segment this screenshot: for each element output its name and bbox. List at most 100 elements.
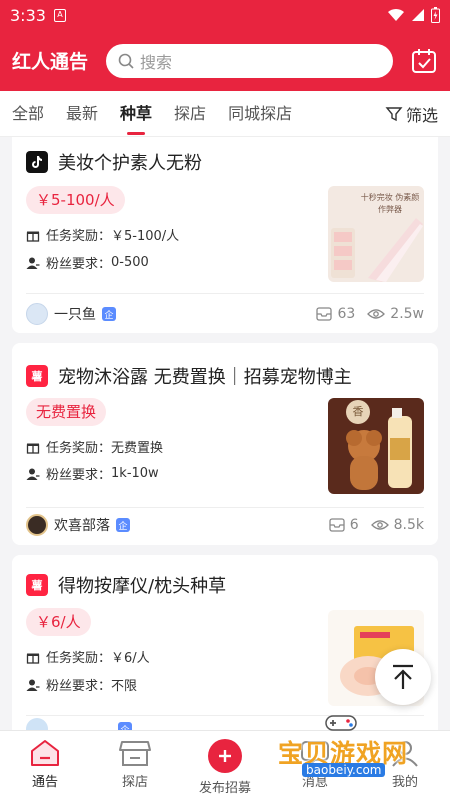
app-title: 红人通告 xyxy=(12,51,89,73)
inbox-icon xyxy=(316,307,333,321)
arrow-up-icon xyxy=(393,664,413,689)
enterprise-verified-badge: 企 xyxy=(116,518,130,532)
category-tabs: 全部 最新 种草 探店 同城探店 筛选 xyxy=(0,91,450,137)
view-count: 8.5k xyxy=(370,517,424,533)
status-right xyxy=(387,7,440,23)
reward-value: ￥6/人 xyxy=(111,651,150,666)
task-card[interactable]: 薯 得物按摩仪/枕头种草 ￥6/人 任务奖励： ￥6/人 粉丝要求： 不限 企 xyxy=(12,555,438,730)
top-bar: 3:33 A 红人通告 搜索 xyxy=(0,0,450,91)
signal-icon xyxy=(412,9,424,21)
reward-value: 无费置换 xyxy=(111,441,164,456)
search-icon xyxy=(118,53,134,69)
tab-seeding[interactable]: 种草 xyxy=(120,91,152,137)
filter-label: 筛选 xyxy=(405,105,438,125)
author-name[interactable]: 一只鱼 xyxy=(54,304,96,324)
nav-post-recruitment[interactable]: 发布招募 xyxy=(180,731,270,800)
filter-icon xyxy=(385,106,403,121)
reward-label: 任务奖励： xyxy=(46,229,112,244)
card-stats: 6 8.5k xyxy=(329,517,424,533)
card-footer: 一只鱼 企 63 2.5w xyxy=(26,299,424,329)
status-bar: 3:33 A xyxy=(0,0,450,30)
task-card[interactable]: 美妆个护素人无粉 ￥5-100/人 任务奖励： ￥5-100/人 粉丝要求： 0… xyxy=(12,137,438,333)
status-time: 3:33 xyxy=(10,5,46,25)
apply-count-value: 63 xyxy=(337,306,356,322)
task-title-row: 美妆个护素人无粉 xyxy=(26,149,202,175)
fans-row: 粉丝要求： 0-500 xyxy=(26,253,149,272)
reward-tag: ￥6/人 xyxy=(26,608,91,636)
reward-label: 任务奖励： xyxy=(46,651,112,666)
store-icon xyxy=(119,741,151,766)
xiaohongshu-icon: 薯 xyxy=(26,574,48,596)
fans-label: 粉丝要求： xyxy=(46,257,112,272)
site-watermark: 宝贝游戏网 baobeiy.com xyxy=(278,712,438,792)
card-divider xyxy=(26,293,424,294)
task-title-row: 薯 得物按摩仪/枕头种草 xyxy=(26,572,226,598)
reward-row: 任务奖励： ￥5-100/人 xyxy=(26,225,179,244)
tab-all[interactable]: 全部 xyxy=(12,91,44,137)
gift-icon xyxy=(26,653,40,664)
task-title: 美妆个护素人无粉 xyxy=(58,153,202,174)
task-card[interactable]: 薯 宠物沐浴露 无费置换｜招募宠物博主 无费置换 任务奖励： 无费置换 粉丝要求… xyxy=(12,343,438,545)
filter-button[interactable]: 筛选 xyxy=(385,102,438,126)
back-to-top-button[interactable] xyxy=(375,649,431,705)
nav-label: 通告 xyxy=(31,775,58,790)
eye-icon xyxy=(367,309,386,319)
notice-home-icon xyxy=(31,740,59,766)
user-icon xyxy=(26,679,40,691)
enterprise-verified-badge: 企 xyxy=(102,307,116,321)
tab-store-visit[interactable]: 探店 xyxy=(174,91,206,137)
tab-local-store-visit[interactable]: 同城探店 xyxy=(228,91,292,137)
watermark-url: baobeiy.com xyxy=(302,763,386,777)
fans-label: 粉丝要求： xyxy=(46,679,112,694)
reward-tag: ￥5-100/人 xyxy=(26,186,125,214)
view-count: 2.5w xyxy=(367,306,424,322)
fans-row: 粉丝要求： 1k-10w xyxy=(26,464,159,483)
tab-latest[interactable]: 最新 xyxy=(66,91,98,137)
nav-label: 发布招募 xyxy=(198,781,251,796)
user-icon xyxy=(26,257,40,269)
gift-icon xyxy=(26,443,40,454)
plus-icon xyxy=(208,739,242,773)
card-footer: 欢喜部落 企 6 8.5k xyxy=(26,510,424,540)
nav-store-visit[interactable]: 探店 xyxy=(90,731,180,800)
avatar[interactable] xyxy=(26,303,48,325)
avatar[interactable] xyxy=(26,718,48,730)
apply-count: 6 xyxy=(329,517,359,533)
nav-notices[interactable]: 通告 xyxy=(0,731,90,800)
enterprise-verified-badge: 企 xyxy=(118,722,132,730)
author-name[interactable]: 欢喜部落 xyxy=(54,515,110,535)
eye-icon xyxy=(370,520,389,530)
user-icon xyxy=(26,468,40,480)
task-thumbnail: 香 xyxy=(328,398,424,494)
view-count-value: 2.5w xyxy=(390,306,424,322)
battery-icon xyxy=(431,7,440,23)
apply-count-value: 6 xyxy=(349,517,359,533)
fans-value: 不限 xyxy=(111,679,138,694)
reward-row: 任务奖励： ￥6/人 xyxy=(26,647,150,666)
thumbnail-caption: 十秒完妆 伪素颜作弊器 xyxy=(360,193,420,214)
nav-label: 探店 xyxy=(121,775,148,790)
task-title-row: 薯 宠物沐浴露 无费置换｜招募宠物博主 xyxy=(26,363,352,389)
inbox-icon xyxy=(329,518,345,532)
card-stats: 63 2.5w xyxy=(316,306,424,322)
search-placeholder: 搜索 xyxy=(140,52,173,72)
search-input[interactable]: 搜索 xyxy=(106,43,393,78)
fans-label: 粉丝要求： xyxy=(46,468,112,483)
apply-count: 63 xyxy=(316,306,355,322)
reward-value: ￥5-100/人 xyxy=(111,229,180,244)
avatar[interactable] xyxy=(26,514,48,536)
xiaohongshu-icon: 薯 xyxy=(26,365,48,387)
reward-label: 任务奖励： xyxy=(46,441,112,456)
task-title: 宠物沐浴露 无费置换｜招募宠物博主 xyxy=(58,367,352,388)
gamepad-icon xyxy=(325,715,357,731)
calendar-checkin-button[interactable] xyxy=(410,47,438,75)
fans-value: 0-500 xyxy=(111,255,149,270)
calendar-check-icon xyxy=(412,48,436,73)
fans-row: 粉丝要求： 不限 xyxy=(26,675,137,694)
gift-icon xyxy=(26,231,40,242)
task-thumbnail: 十秒完妆 伪素颜作弊器 xyxy=(328,186,424,282)
reward-row: 任务奖励： 无费置换 xyxy=(26,437,163,456)
fans-value: 1k-10w xyxy=(111,466,159,481)
wifi-icon xyxy=(388,8,404,21)
reward-tag: 无费置换 xyxy=(26,398,107,426)
